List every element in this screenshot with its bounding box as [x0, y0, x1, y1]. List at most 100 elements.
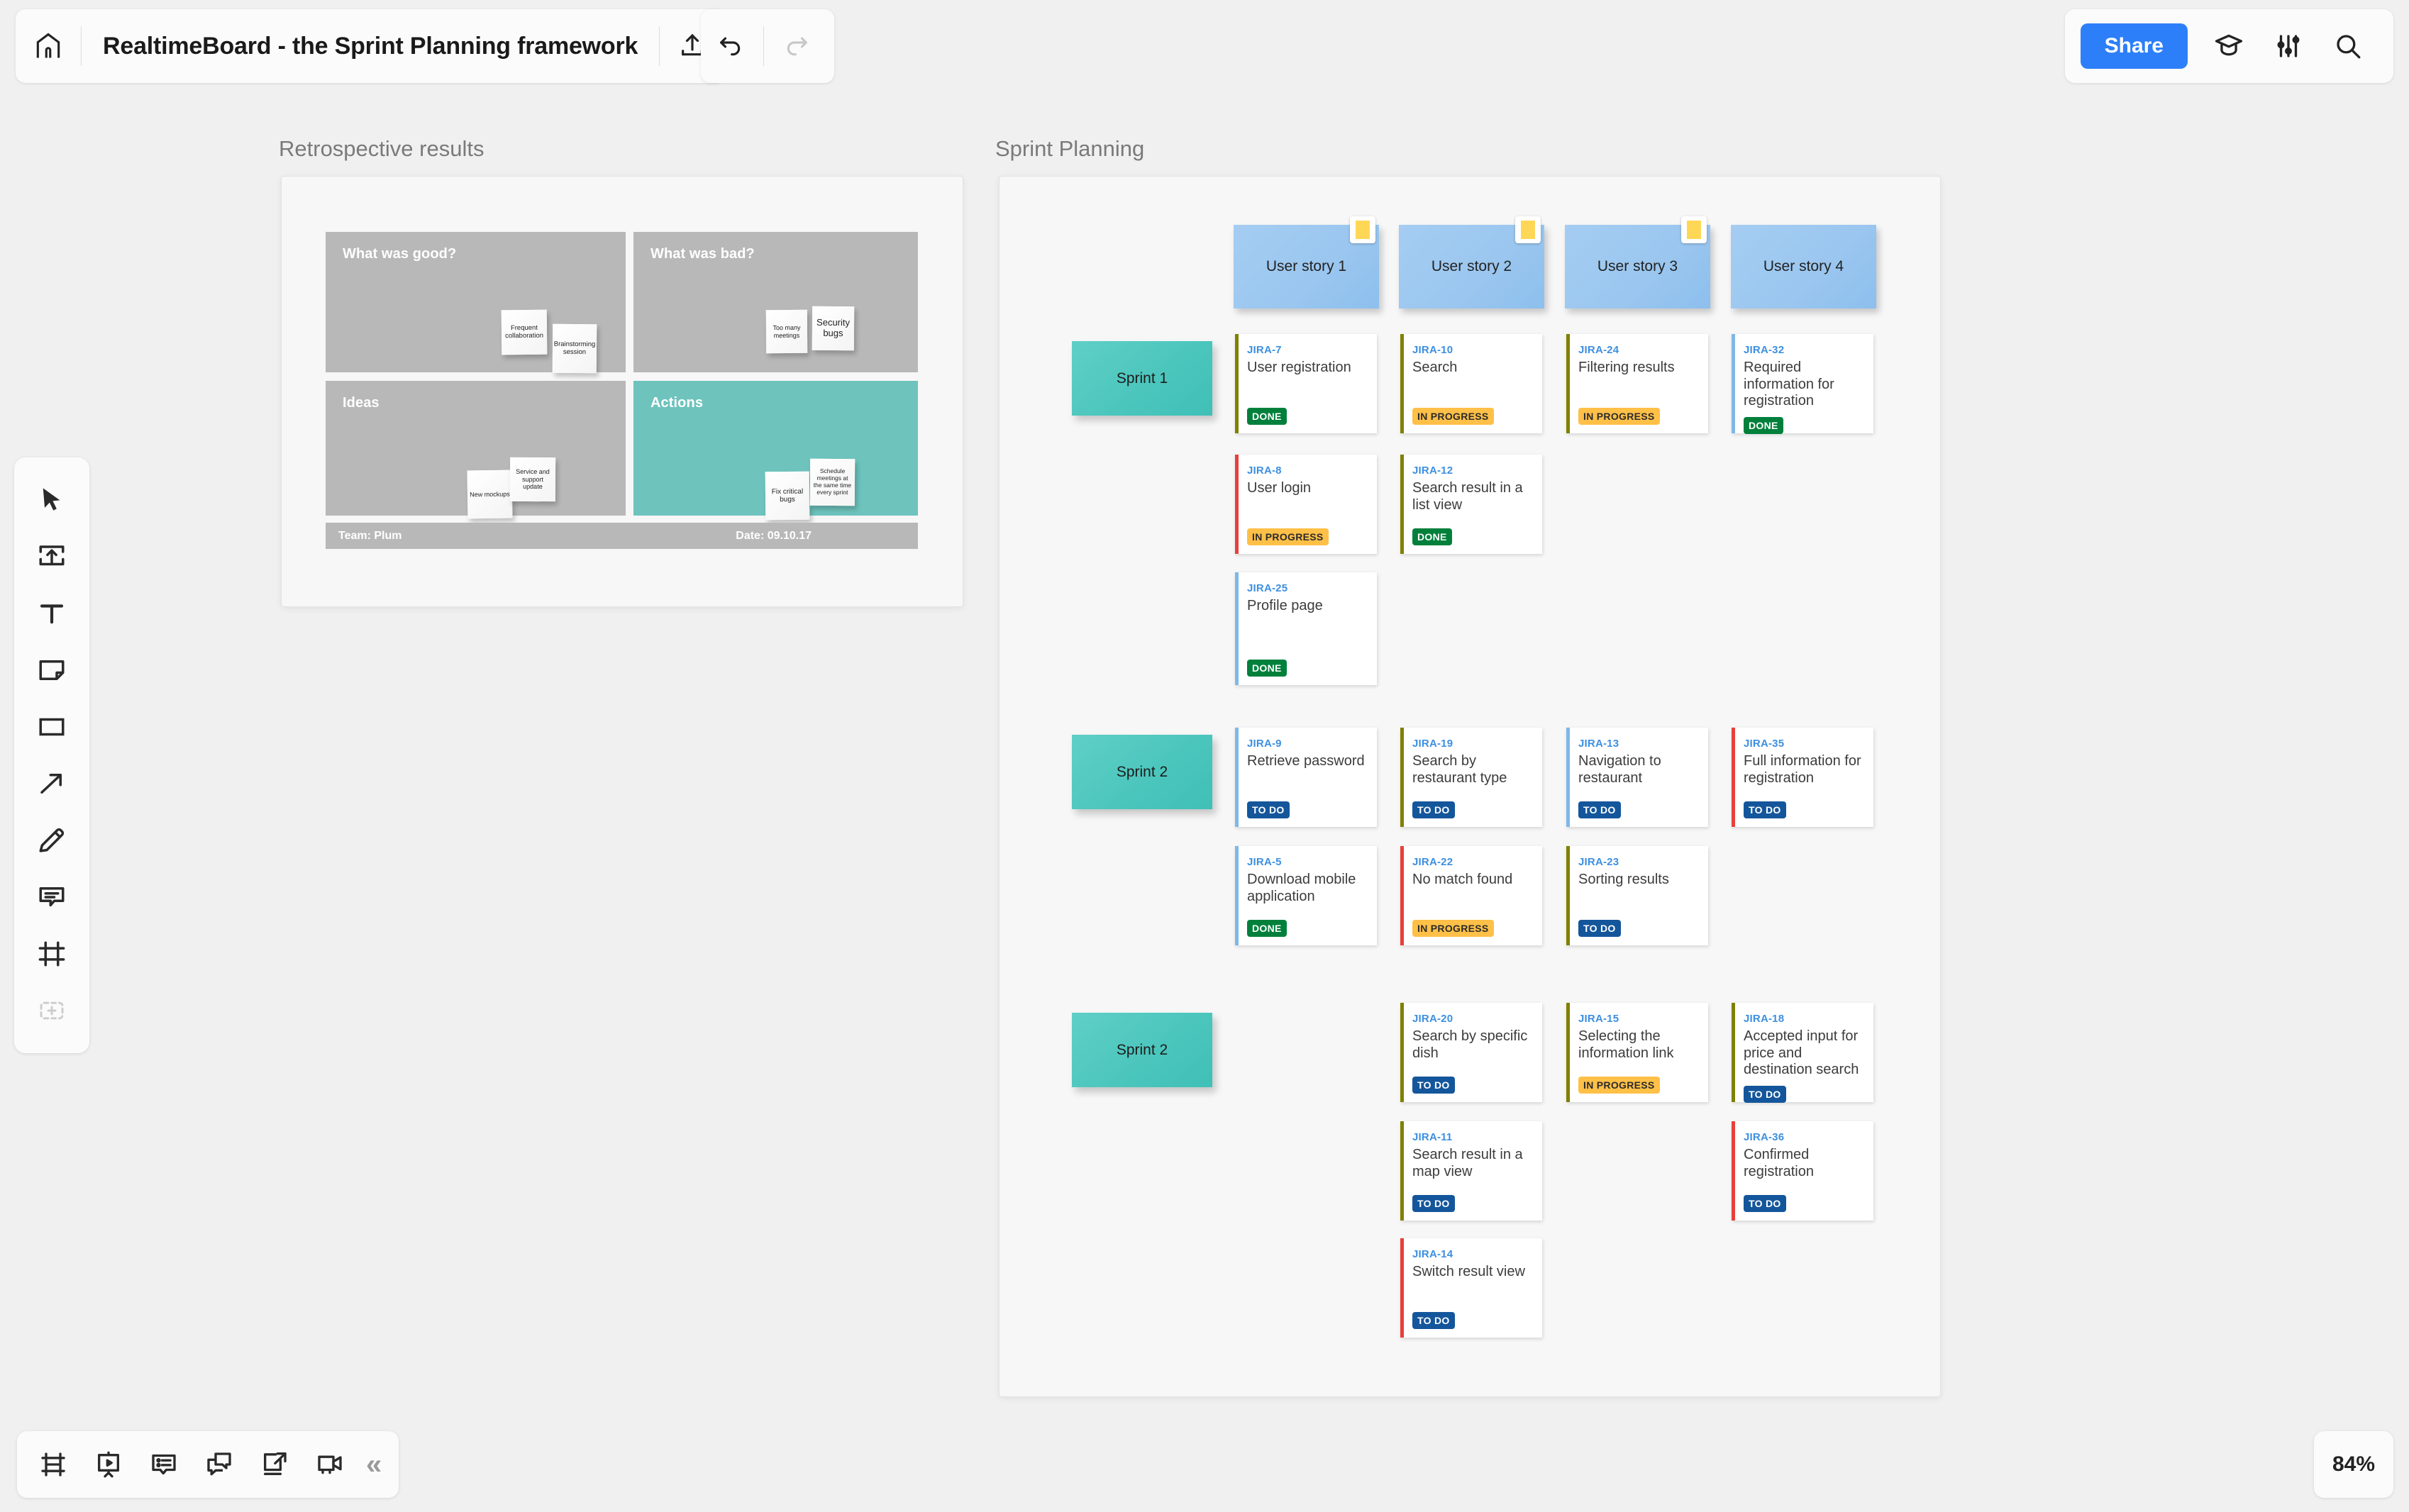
jira-title: Search result in a list view [1412, 480, 1523, 513]
quadrant-actions[interactable]: Actions Fix critical bugs Schedule meeti… [633, 381, 918, 521]
jira-card[interactable]: JIRA-36 Confirmed registration TO DO [1732, 1121, 1873, 1221]
user-story-note[interactable]: User story 2 [1399, 216, 1544, 308]
text-t-icon[interactable] [23, 585, 80, 642]
share-button[interactable]: Share [2080, 23, 2188, 69]
sprint-planning-frame[interactable]: User story 1 User story 2 User story 3 U… [999, 176, 1941, 1397]
jira-card[interactable]: JIRA-19 Search by restaurant type TO DO [1400, 728, 1542, 827]
sticky-note[interactable]: Fix critical bugs [765, 471, 810, 521]
sticky-note[interactable]: Schedule meetings at the same time every… [809, 458, 855, 506]
plus-dashed-icon[interactable] [23, 982, 80, 1039]
jira-card[interactable]: JIRA-13 Navigation to restaurant TO DO [1566, 728, 1708, 827]
quadrant-label: Actions [650, 395, 704, 411]
user-story-note[interactable]: User story 4 [1731, 225, 1876, 308]
jira-card[interactable]: JIRA-23 Sorting results TO DO [1566, 846, 1708, 945]
jira-key: JIRA-32 [1744, 344, 1785, 356]
chat-bubbles-icon[interactable] [193, 1438, 245, 1491]
quadrant-ideas[interactable]: Ideas New mockups Service and support up… [326, 381, 626, 519]
jira-card[interactable]: JIRA-5 Download mobile application DONE [1235, 846, 1377, 945]
sprint-note[interactable]: Sprint 2 [1072, 735, 1212, 809]
jira-title: Confirmed registration [1744, 1147, 1814, 1179]
divider [763, 26, 764, 66]
jira-card[interactable]: JIRA-14 Switch result view TO DO [1400, 1238, 1542, 1338]
jira-card[interactable]: JIRA-22 No match found IN PROGRESS [1400, 846, 1542, 945]
search-icon[interactable] [2318, 16, 2378, 76]
cursor-arrow-icon[interactable] [23, 472, 80, 528]
jira-card[interactable]: JIRA-11 Search result in a map view TO D… [1400, 1121, 1542, 1221]
sticky-note[interactable]: Too many meetings [765, 309, 808, 354]
redo-icon[interactable] [767, 16, 826, 76]
quadrant-what-was-bad[interactable]: What was bad? Too many meetings Security… [633, 232, 918, 372]
undo-icon[interactable] [701, 16, 760, 76]
sticky-note[interactable]: Security bugs [812, 306, 855, 351]
jira-card[interactable]: JIRA-25 Profile page DONE [1235, 572, 1377, 685]
zoom-level-badge[interactable]: 84% [2314, 1431, 2393, 1498]
jira-card[interactable]: JIRA-18 Accepted input for price and des… [1732, 1003, 1873, 1103]
presentation-play-icon[interactable] [82, 1438, 135, 1491]
sticky-note-icon[interactable] [23, 642, 80, 699]
sprint-note[interactable]: Sprint 1 [1072, 341, 1212, 416]
retro-team-label: Team: Plum [338, 530, 402, 542]
jira-card[interactable]: JIRA-9 Retrieve password TO DO [1235, 728, 1377, 827]
retro-frame-title: Retrospective results [279, 136, 484, 161]
frames-icon[interactable] [27, 1438, 79, 1491]
sprint-note[interactable]: Sprint 2 [1072, 1013, 1212, 1087]
video-camera-icon[interactable] [304, 1438, 356, 1491]
sticky-note[interactable]: Service and support update [509, 457, 556, 502]
user-story-note[interactable]: User story 3 [1565, 216, 1710, 308]
page-title[interactable]: RealtimeBoard - the Sprint Planning fram… [84, 33, 656, 60]
quadrant-label: What was bad? [650, 246, 755, 262]
status-badge: DONE [1744, 416, 1783, 434]
jira-key: JIRA-19 [1412, 738, 1453, 750]
jira-card[interactable]: JIRA-10 Search IN PROGRESS [1400, 334, 1542, 433]
jira-title: Navigation to restaurant [1578, 753, 1661, 786]
sliders-icon[interactable] [2259, 16, 2318, 76]
jira-card[interactable]: JIRA-15 Selecting the information link I… [1566, 1003, 1708, 1102]
comment-list-icon[interactable] [138, 1438, 190, 1491]
jira-card[interactable]: JIRA-24 Filtering results IN PROGRESS [1566, 334, 1708, 433]
pencil-icon[interactable] [23, 812, 80, 869]
user-story-note[interactable]: User story 1 [1234, 216, 1379, 308]
rectangle-icon[interactable] [23, 699, 80, 755]
sticky-note[interactable]: Brainstorming session [552, 323, 597, 374]
jira-card[interactable]: JIRA-32 Required information for registr… [1732, 334, 1873, 434]
quadrant-label: What was good? [343, 246, 457, 262]
jira-title: Accepted input for price and destination… [1744, 1028, 1859, 1078]
jira-card[interactable]: JIRA-12 Search result in a list view DON… [1400, 455, 1542, 554]
status-badge: DONE [1247, 920, 1287, 937]
status-badge: TO DO [1578, 920, 1621, 937]
jira-key: JIRA-25 [1247, 582, 1288, 594]
jira-key: JIRA-5 [1247, 856, 1282, 868]
graduation-cap-icon[interactable] [2199, 16, 2259, 76]
jira-title: Selecting the information link [1578, 1028, 1674, 1061]
jira-card[interactable]: JIRA-35 Full information for registratio… [1732, 728, 1873, 827]
home-icon[interactable] [18, 16, 78, 76]
comment-icon[interactable] [23, 869, 80, 925]
jira-card[interactable]: JIRA-7 User registration DONE [1235, 334, 1377, 433]
user-story-label: User story 4 [1763, 258, 1844, 274]
arrow-icon[interactable] [23, 755, 80, 812]
jira-key: JIRA-35 [1744, 738, 1785, 750]
frame-icon[interactable] [23, 925, 80, 982]
status-badge: IN PROGRESS [1578, 408, 1660, 425]
jira-key: JIRA-36 [1744, 1131, 1785, 1143]
collapse-toolbar-button[interactable]: « [359, 1450, 389, 1479]
retrospective-frame[interactable]: What was good? Frequent collaboration Br… [281, 176, 963, 607]
jira-card[interactable]: JIRA-8 User login IN PROGRESS [1235, 455, 1377, 554]
sticky-note[interactable]: New mockups [467, 469, 513, 519]
story-tag-icon [1515, 216, 1541, 243]
status-badge: IN PROGRESS [1412, 408, 1494, 425]
jira-key: JIRA-20 [1412, 1013, 1453, 1025]
jira-key: JIRA-22 [1412, 856, 1453, 868]
jira-title: Switch result view [1412, 1264, 1525, 1279]
jira-key: JIRA-18 [1744, 1013, 1785, 1025]
jira-key: JIRA-12 [1412, 465, 1453, 477]
upload-box-icon[interactable] [23, 528, 80, 585]
export-arrow-icon[interactable] [248, 1438, 301, 1491]
jira-card[interactable]: JIRA-20 Search by specific dish TO DO [1400, 1003, 1542, 1102]
status-badge: DONE [1247, 660, 1287, 677]
jira-title: Full information for registration [1744, 753, 1861, 786]
user-story-label: User story 3 [1597, 258, 1678, 274]
sprint-frame-title: Sprint Planning [995, 136, 1145, 161]
quadrant-what-was-good[interactable]: What was good? Frequent collaboration Br… [326, 232, 626, 374]
sticky-note[interactable]: Frequent collaboration [501, 309, 548, 355]
